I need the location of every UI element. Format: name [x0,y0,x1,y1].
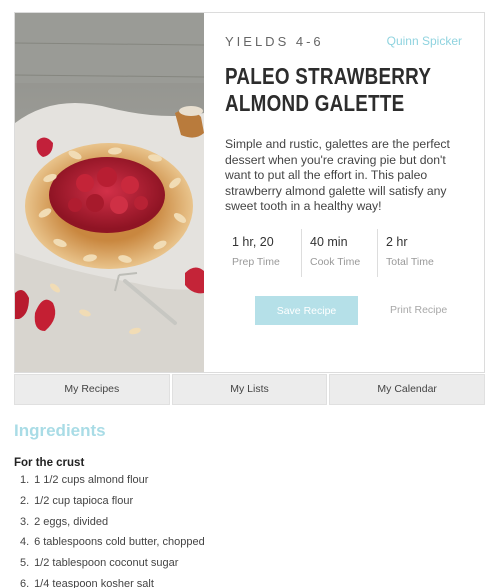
recipe-card: YIELDS 4-6 Quinn Spicker PALEO STRAWBERR… [14,12,485,373]
cook-time-value: 40 min [310,235,348,249]
recipe-tabs: My Recipes My Lists My Calendar [14,374,486,405]
save-recipe-button[interactable]: Save Recipe [255,296,358,325]
total-time-label: Total Time [386,256,434,268]
list-item: 2. 1/2 cup tapioca flour [20,494,134,507]
tab-my-calendar[interactable]: My Calendar [329,374,486,405]
recipe-yields: YIELDS 4-6 [225,34,324,49]
list-item: 4. 6 tablespoons cold butter, chopped [20,536,205,549]
total-time: 2 hr Total Time [377,229,453,277]
print-recipe-link[interactable]: Print Recipe [390,304,447,316]
galette-photo-icon [15,13,204,372]
total-time-value: 2 hr [386,235,408,249]
cook-time-label: Cook Time [310,256,361,268]
ingredient-list: 1. 1 1/2 cups almond flour 2. 1/2 cup ta… [20,473,205,588]
author-link[interactable]: Quinn Spicker [387,34,462,48]
prep-time-value: 1 hr, 20 [232,235,274,249]
list-item: 5. 1/2 tablespoon coconut sugar [20,557,179,570]
list-item: 6. 1/4 teaspoon kosher salt [20,577,154,588]
recipe-title: PALEO STRAWBERRY ALMOND GALETTE [225,63,431,116]
prep-time-label: Prep Time [232,256,280,268]
tab-my-lists[interactable]: My Lists [171,374,328,405]
recipe-times: 1 hr, 20 Prep Time 40 min Cook Time 2 hr… [225,229,453,277]
ingredients-heading: Ingredients [14,421,106,440]
cook-time: 40 min Cook Time [301,229,377,277]
recipe-description: Simple and rustic, galettes are the perf… [225,137,450,213]
recipe-photo [15,13,204,372]
tab-my-recipes[interactable]: My Recipes [14,374,170,405]
list-item: 3. 2 eggs, divided [20,515,109,528]
ingredient-group-title: For the crust [14,457,85,469]
list-item: 1. 1 1/2 cups almond flour [20,474,149,486]
recipe-info: YIELDS 4-6 Quinn Spicker PALEO STRAWBERR… [204,13,484,372]
prep-time: 1 hr, 20 Prep Time [225,229,301,277]
